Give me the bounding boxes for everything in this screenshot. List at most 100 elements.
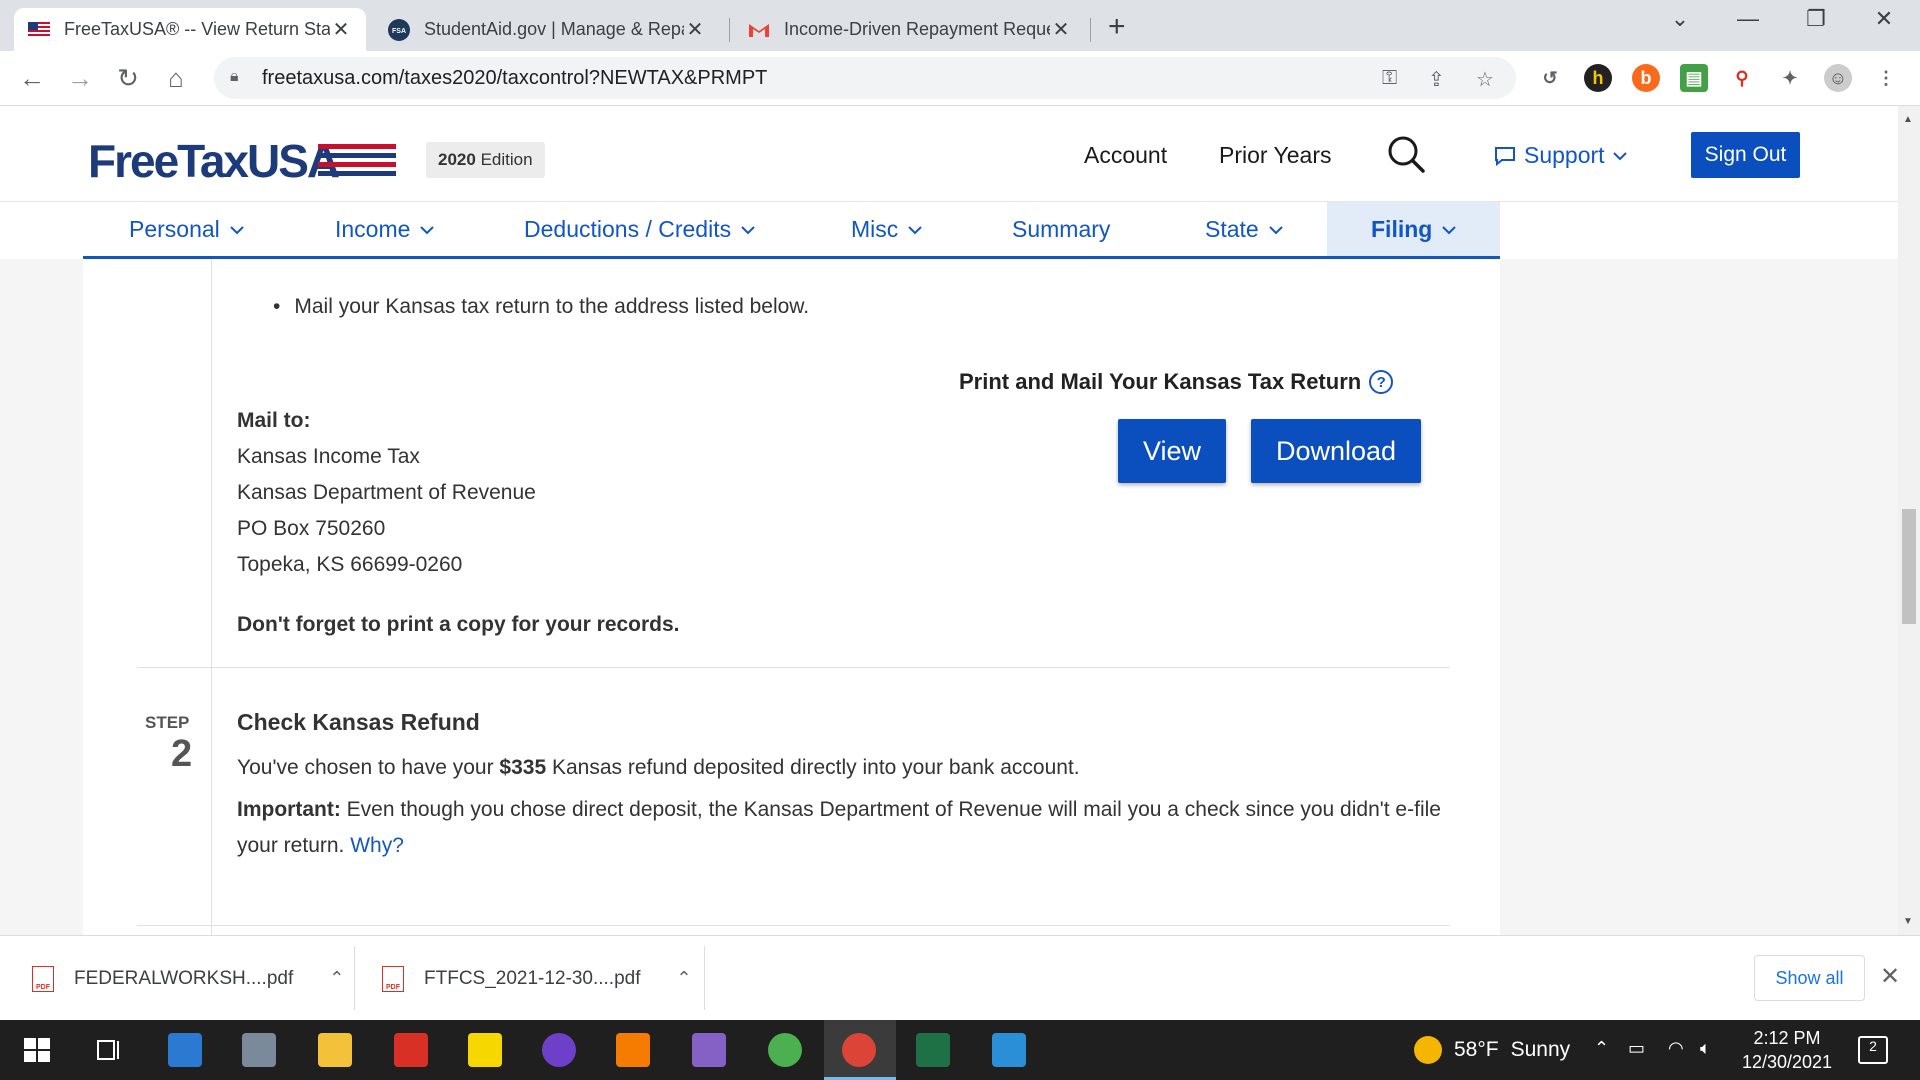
tab-separator [729, 18, 730, 42]
download-button[interactable]: Download [1251, 419, 1421, 483]
nav-label: Filing [1371, 216, 1433, 242]
show-all-button[interactable]: Show all [1754, 955, 1865, 1001]
close-tab-icon[interactable]: ✕ [684, 17, 706, 42]
url-text[interactable]: freetaxusa.com/taxes2020/taxcontrol?NEWT… [262, 67, 767, 90]
search-icon[interactable] [1386, 134, 1426, 174]
chrome-app-icon[interactable] [842, 1033, 876, 1067]
close-tab-icon[interactable]: ✕ [1050, 17, 1072, 42]
download-shelf: PDF FEDERALWORKSH....pdf ⌃ PDF FTFCS_202… [0, 935, 1920, 1020]
minimize-icon[interactable]: — [1728, 6, 1768, 32]
nav-summary[interactable]: Summary [1012, 216, 1110, 243]
close-tab-icon[interactable]: ✕ [330, 17, 352, 42]
refund-message: You've chosen to have your $335 Kansas r… [237, 756, 1080, 780]
download-item[interactable]: PDF FEDERALWORKSH....pdf ⌃ [32, 936, 344, 1021]
scroll-thumb[interactable] [1902, 509, 1916, 624]
profile-avatar[interactable]: ☺ [1824, 64, 1852, 92]
sticky-notes-icon[interactable] [468, 1033, 502, 1067]
acrobat-app-icon[interactable] [394, 1033, 428, 1067]
chevron-up-icon[interactable]: ⌃ [677, 968, 692, 989]
photos-app-icon[interactable] [992, 1033, 1026, 1067]
notification-center-icon[interactable]: 2 [1858, 1036, 1888, 1064]
important-label: Important: [237, 798, 341, 821]
prior-years-link[interactable]: Prior Years [1219, 142, 1332, 169]
excel-app-icon[interactable] [916, 1033, 950, 1067]
volume-icon[interactable]: 🔈︎ [1700, 1038, 1711, 1059]
honey-extension-icon[interactable]: h [1584, 64, 1612, 92]
page-scrollbar[interactable]: ▲ ▼ [1898, 106, 1920, 935]
system-clock[interactable]: 2:12 PM 12/30/2021 [1732, 1026, 1842, 1074]
new-tab-icon[interactable]: + [1108, 10, 1126, 44]
chevron-down-icon [420, 225, 435, 234]
restore-icon[interactable]: ❐ [1796, 6, 1836, 32]
windows-start-icon[interactable] [20, 1033, 54, 1067]
pdf-icon: PDF [32, 965, 54, 992]
key-icon[interactable]: ⚿ [1382, 67, 1397, 90]
chevron-up-icon[interactable]: ⌃ [329, 968, 344, 989]
nav-deductions-credits[interactable]: Deductions / Credits [524, 216, 755, 243]
account-link[interactable]: Account [1084, 142, 1167, 169]
scroll-down-icon[interactable]: ▼ [1903, 916, 1913, 927]
chrome-profile-icon[interactable] [768, 1033, 802, 1067]
visual-studio-icon[interactable] [692, 1033, 726, 1067]
download-item[interactable]: PDF FTFCS_2021-12-30....pdf ⌃ [382, 936, 692, 1021]
nav-personal[interactable]: Personal [129, 216, 244, 243]
wifi-icon[interactable]: ◠ [1668, 1038, 1684, 1059]
close-window-icon[interactable]: ✕ [1864, 6, 1904, 32]
why-link[interactable]: Why? [350, 834, 404, 857]
bullet-text: Mail your Kansas tax return to the addre… [294, 295, 810, 318]
tab-studentaid[interactable]: FSA StudentAid.gov | Manage & Repa ✕ [374, 8, 720, 51]
windows-taskbar: 58°F Sunny ⌃ ▭ ◠ 🔈︎ 2:12 PM 12/30/2021 2 [0, 1020, 1920, 1080]
history-extension-icon[interactable]: ↺ [1536, 64, 1564, 92]
step-title: Check Kansas Refund [237, 709, 480, 735]
contacts-app-icon[interactable] [168, 1033, 202, 1067]
nav-filing[interactable]: Filing [1371, 216, 1457, 243]
extensions-puzzle-icon[interactable]: ✦ [1776, 64, 1804, 92]
file-explorer-icon[interactable] [318, 1033, 352, 1067]
bookmark-star-icon[interactable]: ☆ [1476, 67, 1494, 92]
printer-extension-icon[interactable]: ▤ [1680, 64, 1708, 92]
tab-freetaxusa[interactable]: FreeTaxUSA® -- View Return Stat ✕ [14, 8, 366, 51]
notification-count: 2 [1869, 1038, 1877, 1054]
help-question-icon[interactable]: ? [1369, 370, 1394, 394]
support-menu[interactable]: Support [1494, 142, 1627, 169]
site-logo[interactable]: FreeTaxUSA [88, 134, 340, 188]
download-separator [354, 946, 355, 1010]
menu-kebab-icon[interactable]: ⋮ [1872, 64, 1900, 92]
task-view-icon[interactable] [92, 1033, 126, 1067]
back-icon[interactable]: ← [16, 63, 48, 94]
nav-misc[interactable]: Misc [851, 216, 922, 243]
pin-extension-icon[interactable]: ⚲ [1728, 64, 1756, 92]
close-shelf-icon[interactable]: ✕ [1880, 962, 1900, 991]
mail-instruction-bullet: • Mail your Kansas tax return to the add… [273, 295, 809, 319]
tab-search-chevron-icon[interactable]: ⌄ [1660, 6, 1700, 32]
scroll-up-icon[interactable]: ▲ [1903, 114, 1913, 125]
tray-chevron-icon[interactable]: ⌃ [1594, 1038, 1609, 1059]
mail-to-label: Mail to: [237, 409, 311, 432]
chevron-down-icon [741, 225, 755, 234]
address-bar[interactable]: 🔒︎ freetaxusa.com/taxes2020/taxcontrol?N… [214, 57, 1516, 99]
browser-toolbar: ← → ↻ ⌂ 🔒︎ freetaxusa.com/taxes2020/taxc… [0, 51, 1920, 106]
share-icon[interactable]: ⇪ [1428, 67, 1445, 92]
main-nav: Personal Income Deductions / Credits Mis… [0, 202, 1898, 259]
step-divider-line [211, 259, 212, 935]
weather-widget[interactable]: 58°F Sunny [1414, 1036, 1570, 1064]
network-app-icon[interactable] [616, 1033, 650, 1067]
home-icon[interactable]: ⌂ [160, 63, 192, 94]
nav-label: State [1205, 216, 1259, 242]
chevron-down-icon [908, 225, 922, 234]
nav-income[interactable]: Income [335, 216, 435, 243]
calculator-app-icon[interactable] [242, 1033, 276, 1067]
reload-icon[interactable]: ↻ [112, 63, 144, 94]
sign-out-button[interactable]: Sign Out [1691, 132, 1800, 178]
lock-icon[interactable]: 🔒︎ [230, 68, 239, 86]
refund-post: Kansas refund deposited directly into yo… [546, 756, 1080, 779]
refund-amount: $335 [499, 756, 547, 779]
download-separator [704, 946, 705, 1010]
battery-icon[interactable]: ▭ [1628, 1038, 1645, 1059]
github-desktop-icon[interactable] [542, 1033, 576, 1067]
rakuten-extension-icon[interactable]: b [1632, 64, 1660, 92]
forward-icon[interactable]: → [64, 63, 96, 94]
nav-state[interactable]: State [1205, 216, 1283, 243]
view-button[interactable]: View [1118, 419, 1226, 483]
tab-gmail[interactable]: Income-Driven Repayment Reque ✕ [734, 8, 1086, 51]
